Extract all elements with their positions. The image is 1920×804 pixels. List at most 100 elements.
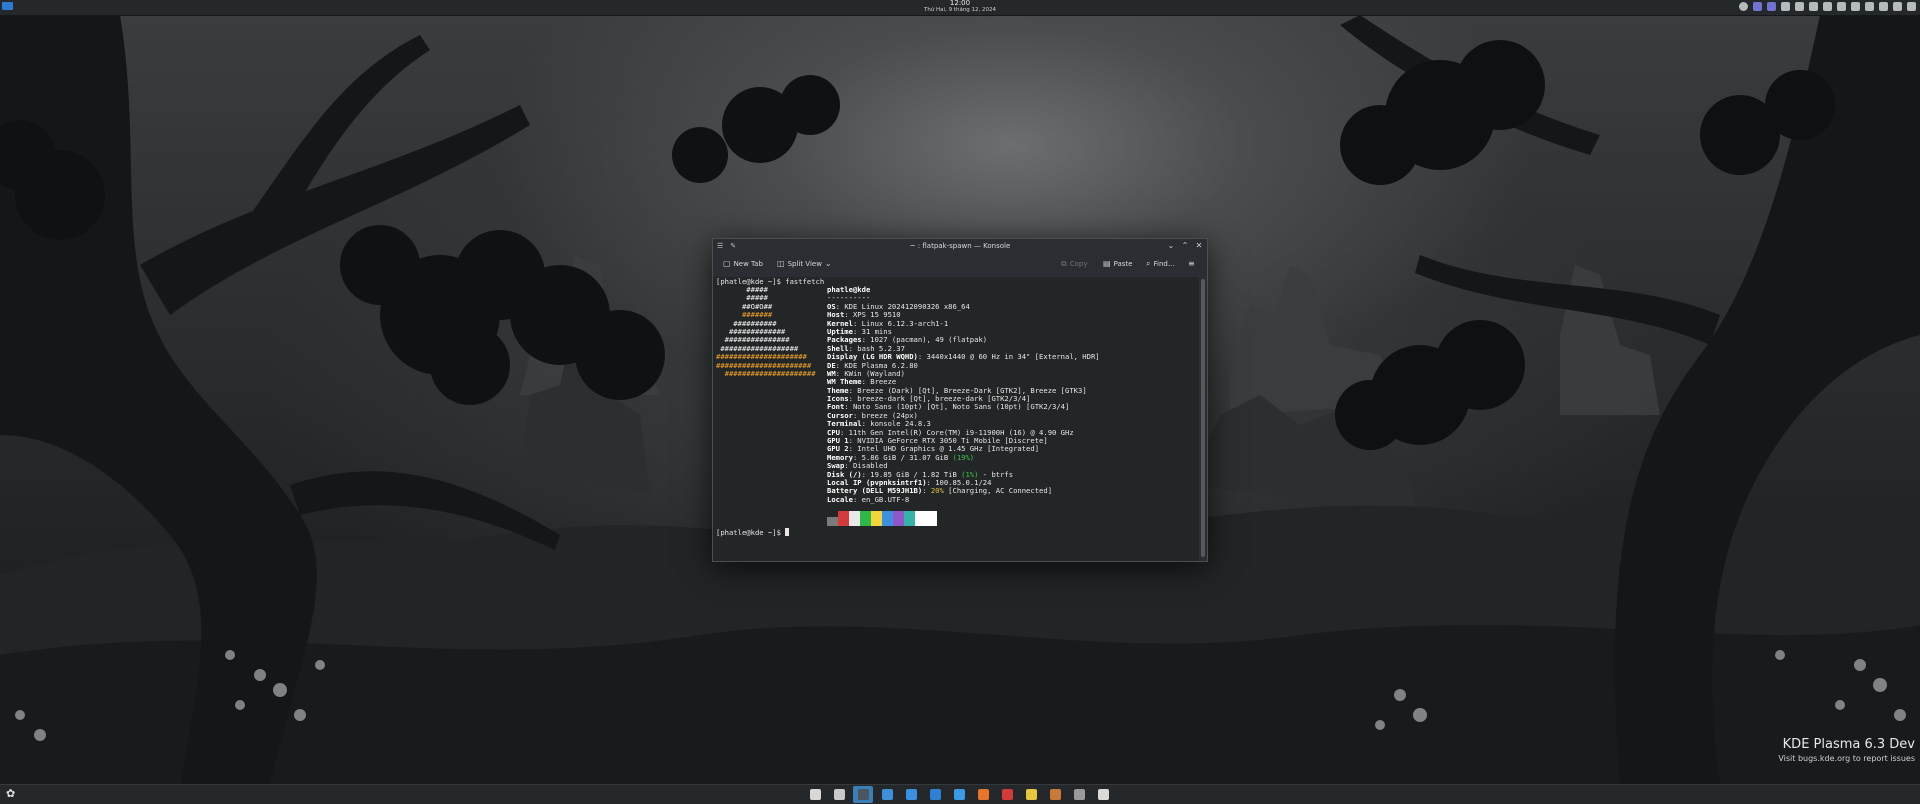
display-icon[interactable] [1893, 2, 1902, 11]
kde-launcher-icon[interactable]: ✿ [6, 788, 18, 800]
watermark-title: KDE Plasma 6.3 Dev [1782, 737, 1915, 752]
network-icon[interactable] [1851, 2, 1860, 11]
split-view-button[interactable]: ◫ Split View ⌄ [777, 259, 832, 269]
clock-time: 12:00 [949, 0, 971, 7]
palette-swatch [915, 511, 926, 526]
palette-swatch [882, 511, 893, 526]
camera-icon[interactable] [1823, 2, 1832, 11]
firefox-icon [977, 789, 989, 800]
info-icon[interactable] [1739, 2, 1748, 11]
scrollbar-thumb[interactable] [1201, 279, 1205, 557]
window-titlebar[interactable]: ☰ ✎ ~ : flatpak-spawn — Konsole ⌄ ⌃ ✕ [713, 239, 1207, 253]
discord-icon[interactable] [1753, 2, 1762, 11]
taskbar-item[interactable] [901, 786, 921, 803]
overview-icon [809, 789, 821, 800]
palette-swatch [871, 511, 882, 526]
taskbar-item[interactable] [877, 786, 897, 803]
info-row: Locale: en_GB.UTF-8 [827, 494, 910, 504]
paste-icon: ▤ [1103, 259, 1111, 268]
system-info: phatle@kde ---------- OS: KDE Linux 202412… [827, 285, 1100, 504]
chrome-icon [1025, 789, 1037, 800]
chevron-down-icon: ⌄ [824, 259, 832, 268]
copy-icon: ⧉ [1061, 259, 1067, 268]
palette-swatch [904, 511, 915, 526]
taskbar-item[interactable] [949, 786, 969, 803]
split-view-label: Split View [787, 260, 822, 268]
taskbar-item[interactable] [829, 786, 849, 803]
hamburger-menu-icon: ≡ [1188, 259, 1195, 268]
taskbar-item[interactable] [925, 786, 945, 803]
new-tab-label: New Tab [733, 260, 763, 268]
copy-label: Copy [1069, 260, 1088, 268]
palette-swatch [860, 511, 871, 526]
palette-swatch [849, 511, 860, 526]
vpn-app-icon [1097, 789, 1109, 800]
task-manager [805, 786, 1113, 803]
dolphin-icon [929, 789, 941, 800]
app-icon [1073, 789, 1085, 800]
top-panel: 12:00 Thứ Hai, 9 tháng 12, 2024 [0, 0, 1920, 16]
bottom-panel: ✿ [0, 784, 1920, 804]
browser-icon [881, 789, 893, 800]
text-cursor [785, 528, 790, 536]
info-tail: [Charging, AC Connected] [943, 486, 1053, 496]
terminal-area[interactable]: [phatle@kde ~]$ fastfetch ##### ##### ##… [713, 277, 1199, 561]
terminal-prompt[interactable]: [phatle@kde ~]$ [716, 528, 790, 537]
gimp-icon [1049, 789, 1061, 800]
copy-button[interactable]: ⧉ Copy [1061, 259, 1087, 269]
find-label: Find... [1153, 260, 1175, 268]
volume-icon[interactable] [1837, 2, 1846, 11]
info-key: Locale [827, 494, 853, 504]
paste-label: Paste [1113, 260, 1133, 268]
color-palette [827, 511, 937, 526]
maximize-button[interactable]: ⌃ [1181, 241, 1189, 251]
logo-line: ##################### [716, 368, 816, 378]
plasma-watermark: KDE Plasma 6.3 Dev Visit bugs.kde.org to… [1778, 737, 1915, 763]
info-value: en_GB.UTF-8 [861, 494, 910, 504]
hamburger-menu-button[interactable]: ≡ [1188, 259, 1195, 269]
palette-swatch [893, 511, 904, 526]
taskbar-item[interactable] [805, 786, 825, 803]
paste-button[interactable]: ▤ Paste [1103, 259, 1132, 269]
taskbar-item[interactable] [1045, 786, 1065, 803]
bluetooth-icon[interactable] [1879, 2, 1888, 11]
pdf-icon [1001, 789, 1013, 800]
konsole-icon [857, 789, 869, 800]
watermark-subtitle: Visit bugs.kde.org to report issues [1778, 754, 1915, 763]
window-title: ~ : flatpak-spawn — Konsole [909, 242, 1011, 250]
files-icon [905, 789, 917, 800]
taskbar-item[interactable] [1093, 786, 1113, 803]
search-icon: ⌕ [1146, 259, 1151, 268]
info-percent: 20% [930, 486, 944, 496]
palette-swatch [926, 511, 937, 526]
split-view-icon: ◫ [777, 259, 785, 268]
close-button[interactable]: ✕ [1195, 241, 1203, 251]
new-tab-icon: ▢ [723, 259, 731, 268]
palette-swatch [838, 511, 849, 526]
konsole-window[interactable]: ☰ ✎ ~ : flatpak-spawn — Konsole ⌄ ⌃ ✕ ▢ … [712, 238, 1208, 562]
info-percent: (19%) [952, 452, 975, 462]
notes-icon[interactable] [1795, 2, 1804, 11]
minimize-button[interactable]: ⌄ [1167, 241, 1175, 251]
discover-icon [953, 789, 965, 800]
info-value: 3440x1440 @ 60 Hz in 34" [External, HDR] [926, 352, 1100, 362]
system-tray [1739, 2, 1916, 11]
prompt-text: [phatle@kde ~]$ [716, 528, 786, 537]
brightness-icon[interactable] [1865, 2, 1874, 11]
taskbar-item[interactable] [997, 786, 1017, 803]
chevron-up-icon[interactable] [1907, 2, 1916, 11]
task-switcher-icon [833, 789, 845, 800]
digital-clock[interactable]: 12:00 Thứ Hai, 9 tháng 12, 2024 [0, 0, 1920, 14]
taskbar-item[interactable] [973, 786, 993, 803]
palette-swatch [827, 517, 838, 526]
new-tab-button[interactable]: ▢ New Tab [723, 259, 763, 269]
vpn-icon[interactable] [1767, 2, 1776, 11]
taskbar-item[interactable] [1021, 786, 1041, 803]
taskbar-item[interactable] [853, 786, 873, 803]
clock-date: Thứ Hai, 9 tháng 12, 2024 [923, 7, 997, 13]
taskbar-item[interactable] [1069, 786, 1089, 803]
battery-icon[interactable] [1809, 2, 1818, 11]
find-button[interactable]: ⌕ Find... [1146, 259, 1175, 269]
clipboard-icon[interactable] [1781, 2, 1790, 11]
terminal-scrollbar[interactable] [1199, 277, 1207, 561]
